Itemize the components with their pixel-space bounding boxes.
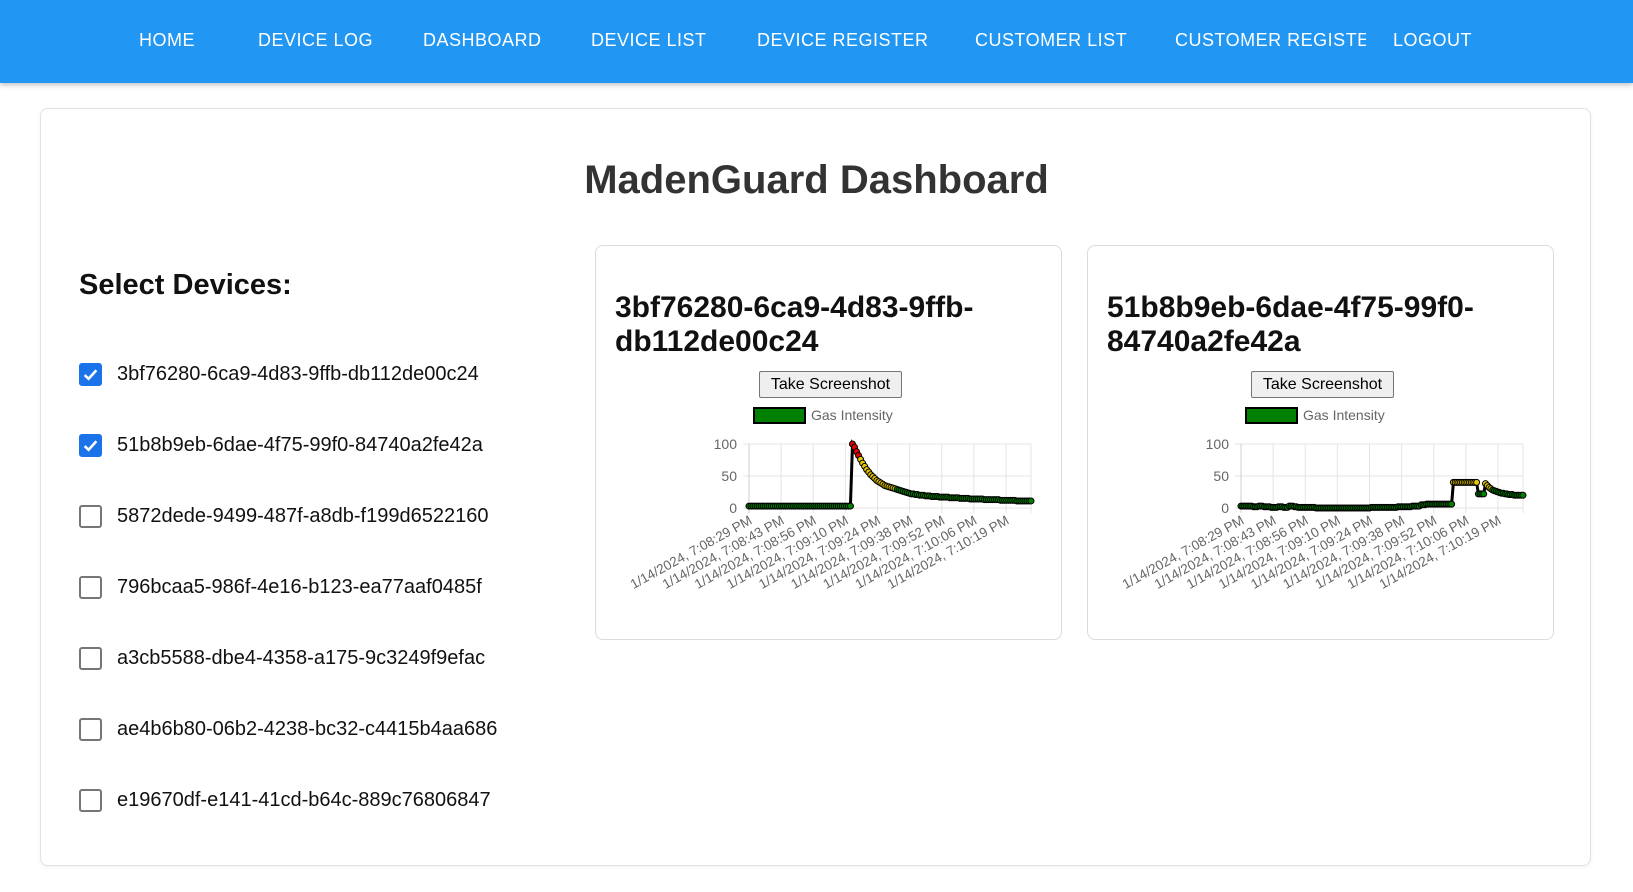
- data-point: [1480, 490, 1488, 498]
- legend-swatch: [753, 407, 806, 424]
- page-title: MadenGuard Dashboard: [584, 158, 1049, 202]
- device-checkbox[interactable]: [79, 504, 102, 528]
- device-row[interactable]: e19670df-e141-41cd-b64c-889c76806847: [79, 787, 491, 813]
- data-point: [1519, 491, 1527, 499]
- device-label: 51b8b9eb-6dae-4f75-99f0-84740a2fe42a: [117, 433, 483, 456]
- select-devices-title: Select Devices:: [79, 269, 292, 301]
- data-point: [846, 502, 854, 510]
- checkmark-icon: [83, 439, 98, 452]
- y-tick-label: 100: [714, 436, 738, 452]
- chart-title-line: db112de00c24: [615, 325, 819, 358]
- device-checkbox[interactable]: [79, 575, 102, 599]
- device-row[interactable]: 51b8b9eb-6dae-4f75-99f0-84740a2fe42a: [79, 432, 483, 458]
- gas-intensity-chart: Gas Intensity0501001/14/2024, 7:08:29 PM…: [628, 407, 1035, 592]
- data-point: [1473, 478, 1481, 486]
- y-tick-label: 50: [721, 468, 737, 484]
- device-checkbox[interactable]: [79, 717, 102, 741]
- legend-swatch: [1245, 407, 1298, 424]
- chart-device-title: 3bf76280-6ca9-4d83-9ffb- db112de00c24: [615, 291, 1045, 359]
- device-label: 796bcaa5-986f-4e16-b123-ea77aaf0485f: [117, 575, 482, 598]
- legend-label: Gas Intensity: [1303, 407, 1385, 423]
- chart-title-line: 84740a2fe42a: [1107, 325, 1301, 358]
- device-checkbox[interactable]: [79, 788, 102, 812]
- device-label: ae4b6b80-06b2-4238-bc32-c4415b4aa686: [117, 717, 498, 740]
- nav-home[interactable]: HOME: [139, 28, 195, 52]
- device-row[interactable]: 3bf76280-6ca9-4d83-9ffb-db112de00c24: [79, 361, 479, 387]
- y-tick-label: 50: [1213, 468, 1229, 484]
- data-point: [1448, 500, 1456, 508]
- device-chart-card: 3bf76280-6ca9-4d83-9ffb- db112de00c24 Ta…: [595, 245, 1062, 640]
- data-point: [1027, 497, 1035, 505]
- gas-intensity-chart: Gas Intensity0501001/14/2024, 7:08:29 PM…: [1120, 407, 1527, 592]
- device-row[interactable]: a3cb5588-dbe4-4358-a175-9c3249f9efac: [79, 645, 485, 671]
- device-label: 3bf76280-6ca9-4d83-9ffb-db112de00c24: [117, 362, 479, 385]
- nav-logout[interactable]: LOGOUT: [1393, 28, 1472, 52]
- chart-title-line: 3bf76280-6ca9-4d83-9ffb-: [615, 291, 974, 324]
- device-row[interactable]: 796bcaa5-986f-4e16-b123-ea77aaf0485f: [79, 574, 482, 600]
- legend-label: Gas Intensity: [811, 407, 893, 423]
- device-row[interactable]: ae4b6b80-06b2-4238-bc32-c4415b4aa686: [79, 716, 497, 742]
- device-label: e19670df-e141-41cd-b64c-889c76806847: [117, 788, 491, 811]
- device-row[interactable]: 5872dede-9499-487f-a8db-f199d6522160: [79, 503, 488, 529]
- take-screenshot-button[interactable]: Take Screenshot: [759, 371, 902, 398]
- y-tick-label: 100: [1206, 436, 1230, 452]
- device-label: a3cb5588-dbe4-4358-a175-9c3249f9efac: [117, 646, 486, 669]
- device-chart-card: 51b8b9eb-6dae-4f75-99f0- 84740a2fe42a Ta…: [1087, 245, 1554, 640]
- nav-dashboard[interactable]: DASHBOARD: [423, 28, 542, 52]
- take-screenshot-button[interactable]: Take Screenshot: [1251, 371, 1394, 398]
- y-tick-label: 0: [1221, 500, 1229, 516]
- nav-device-log[interactable]: DEVICE LOG: [258, 28, 373, 52]
- nav-customer-register[interactable]: CUSTOMER REGISTER: [1175, 28, 1366, 52]
- chart-title-line: 51b8b9eb-6dae-4f75-99f0-: [1107, 291, 1474, 324]
- device-checkbox[interactable]: [79, 646, 102, 670]
- device-checkbox[interactable]: [79, 433, 102, 457]
- device-checkbox[interactable]: [79, 362, 102, 386]
- device-label: 5872dede-9499-487f-a8db-f199d6522160: [117, 504, 489, 527]
- top-navbar: HOME DEVICE LOG DASHBOARD DEVICE LIST DE…: [0, 0, 1633, 83]
- chart-device-title: 51b8b9eb-6dae-4f75-99f0- 84740a2fe42a: [1107, 291, 1537, 359]
- nav-customer-list[interactable]: CUSTOMER LIST: [975, 28, 1127, 52]
- nav-device-register[interactable]: DEVICE REGISTER: [757, 28, 929, 52]
- nav-device-list[interactable]: DEVICE LIST: [591, 28, 707, 52]
- checkmark-icon: [83, 368, 98, 381]
- y-tick-label: 0: [729, 500, 737, 516]
